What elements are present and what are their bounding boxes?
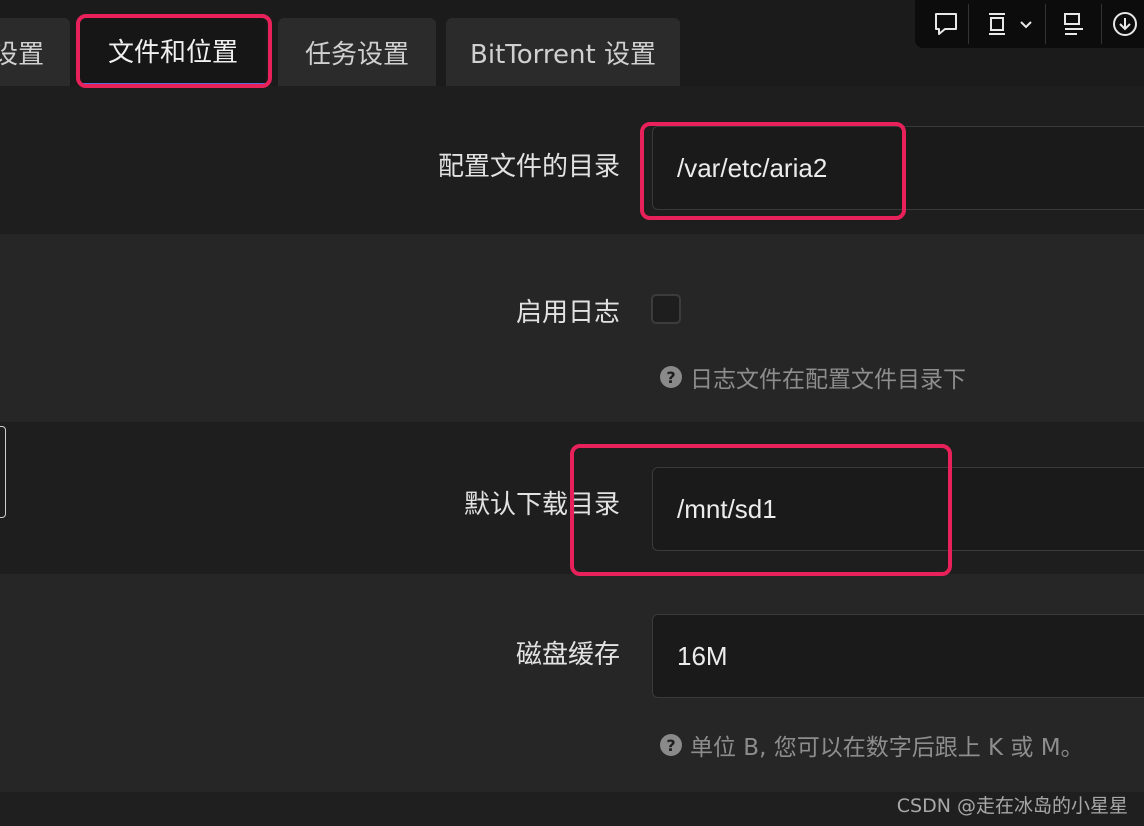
- enable-log-label: 启用日志: [515, 298, 620, 328]
- side-panel-edge[interactable]: [0, 426, 6, 518]
- toolbar-divider: [968, 4, 969, 44]
- disk-cache-label: 磁盘缓存: [515, 640, 620, 670]
- disk-cache-value: 16M: [677, 640, 728, 671]
- screenshot-toolbar: [915, 0, 1144, 48]
- enable-log-hint-text: 日志文件在配置文件目录下: [690, 367, 966, 393]
- tab-label: 任务设置: [304, 39, 409, 70]
- highlight-config-dir: [640, 122, 906, 220]
- disk-cache-input[interactable]: 16M: [652, 614, 1144, 698]
- watermark: CSDN @走在冰岛的小星星: [896, 795, 1128, 817]
- align-icon[interactable]: [1051, 0, 1097, 48]
- tab-bittorrent-settings[interactable]: BitTorrent 设置: [446, 18, 680, 86]
- highlight-tab-files-locations: [76, 14, 272, 88]
- tab-label: BitTorrent 设置: [470, 39, 656, 70]
- screenshot-icon[interactable]: [977, 0, 1017, 48]
- enable-log-hint: ? 日志文件在配置文件目录下: [660, 360, 966, 394]
- download-icon[interactable]: [1107, 0, 1143, 48]
- enable-log-row: 启用日志: [0, 234, 1144, 422]
- config-dir-label: 配置文件的目录: [437, 152, 620, 182]
- chevron-down-icon[interactable]: [1015, 0, 1037, 48]
- disk-cache-hint-text: 单位 B, 您可以在数字后跟上 K 或 M。: [690, 735, 1084, 761]
- disk-cache-hint: ? 单位 B, 您可以在数字后跟上 K 或 M。: [660, 728, 1084, 762]
- enable-log-checkbox[interactable]: [651, 294, 681, 324]
- toolbar-divider: [1101, 4, 1102, 44]
- comment-icon[interactable]: [923, 0, 969, 48]
- help-icon: ?: [660, 366, 682, 388]
- toolbar-divider: [1045, 4, 1046, 44]
- config-dir-row: 配置文件的目录 /var/etc/aria2: [0, 86, 1144, 234]
- tab-label: 设置: [0, 39, 44, 70]
- highlight-download-dir: [570, 444, 952, 576]
- download-dir-label: 默认下载目录: [463, 490, 620, 520]
- tab-task-settings[interactable]: 任务设置: [278, 18, 436, 86]
- tab-general[interactable]: 设置: [0, 18, 70, 86]
- help-icon: ?: [660, 734, 682, 756]
